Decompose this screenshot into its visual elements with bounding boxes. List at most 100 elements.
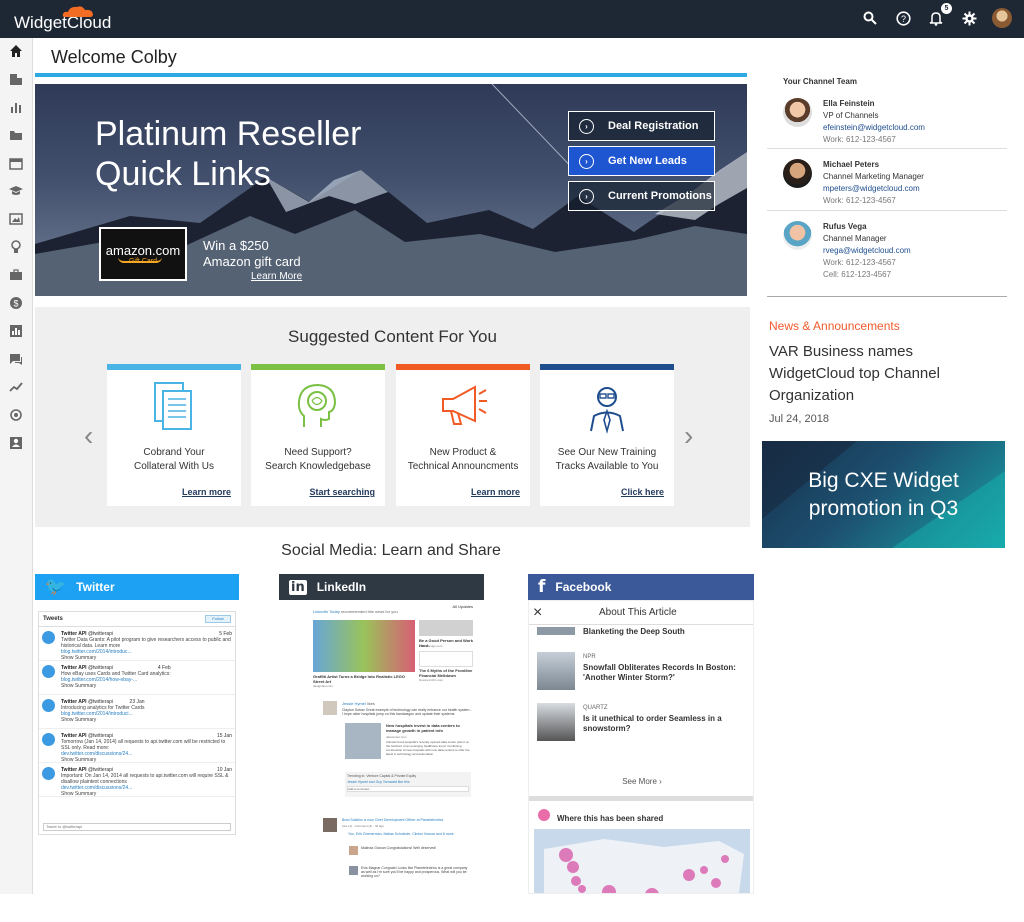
tweet-item[interactable]: Twitter API @twitterapi 10 Jan Important:… <box>39 763 235 797</box>
show-summary-link[interactable]: Show Summary <box>61 717 145 723</box>
promo-banner[interactable]: Big CXE Widget promotion in Q3 <box>762 441 1005 548</box>
get-new-leads-label: Get New Leads <box>608 155 687 167</box>
team-member-email[interactable]: rvega@widgetcloud.com <box>823 246 911 255</box>
buildings-icon[interactable] <box>8 72 24 88</box>
see-more-link[interactable]: See More › <box>529 777 753 786</box>
briefcase-icon[interactable] <box>8 268 24 284</box>
card-description: Cobrand Your Collateral With Us <box>107 446 241 474</box>
content-card-cobrand[interactable]: Cobrand Your Collateral With Us Learn mor… <box>107 364 241 506</box>
search-icon[interactable] <box>860 8 880 28</box>
facebook-article-item[interactable]: QUARTZ Is it unethical to order Seamless … <box>537 703 745 750</box>
card-link[interactable]: Start searching <box>309 487 375 497</box>
team-member-email[interactable]: efeinstein@widgetcloud.com <box>823 123 925 132</box>
facebook-header: f Facebook <box>528 574 754 600</box>
likes-summary[interactable]: Jessie Hymel and Guy Tarnwald like this <box>347 780 469 784</box>
user-avatar[interactable] <box>992 8 1012 28</box>
team-member-card[interactable]: Ella Feinstein VP of Channels efeinstein@w… <box>783 98 1003 158</box>
trend-icon[interactable] <box>8 380 24 396</box>
card-color-bar <box>251 364 385 370</box>
show-summary-link[interactable]: Show Summary <box>61 683 171 689</box>
deal-registration-label: Deal Registration <box>608 120 699 132</box>
left-sidebar: $ <box>0 38 33 894</box>
bell-icon[interactable]: 5 <box>926 3 952 28</box>
cloud-logo-icon <box>62 6 93 17</box>
show-summary-link[interactable]: Show Summary <box>61 757 232 763</box>
lightbulb-icon[interactable] <box>8 240 24 256</box>
tweet-input[interactable]: Tweet to @twitterapi <box>43 823 231 831</box>
calendar-icon[interactable] <box>8 156 24 172</box>
hero-learn-more-link[interactable]: Learn More <box>251 271 302 282</box>
help-icon[interactable]: ? <box>893 8 913 28</box>
tweet-item[interactable]: Twitter API @twitterapi 4 Feb How eBay us… <box>39 661 235 695</box>
close-icon[interactable]: × <box>533 604 549 622</box>
facebook-logo-icon: f <box>538 577 546 597</box>
team-member-role: Channel Marketing Manager <box>823 172 924 181</box>
article-headline[interactable]: Blanketing the Deep South <box>537 627 749 636</box>
hospital-image[interactable] <box>345 723 381 759</box>
facebook-panel-header: × About This Article <box>529 601 753 625</box>
team-member-email[interactable]: mpeters@widgetcloud.com <box>823 184 920 193</box>
folder-icon[interactable] <box>8 128 24 144</box>
deal-registration-button[interactable]: › Deal Registration <box>568 111 715 141</box>
article-thumbnail <box>537 652 575 690</box>
linkedin-logo-icon: in <box>289 579 307 595</box>
content-card-support[interactable]: Need Support? Search Knowledgebase Start … <box>251 364 385 506</box>
target-icon[interactable] <box>8 408 24 424</box>
previous-arrow-icon[interactable]: ‹ <box>84 420 93 452</box>
article-title[interactable]: The 6 Myths of the Frontline Financial M… <box>419 668 473 678</box>
twitter-timeline[interactable]: Tweets Follow Twitter API @twitterapi 5 … <box>38 611 236 835</box>
article-title[interactable]: Graffiti Artist Turns a Bridge Into Real… <box>313 674 415 684</box>
lego-bridge-image[interactable] <box>313 620 415 672</box>
card-color-bar <box>107 364 241 370</box>
home-icon[interactable] <box>8 44 24 60</box>
show-summary-link[interactable]: Show Summary <box>61 655 232 661</box>
article-image[interactable] <box>419 620 473 636</box>
user-avatar <box>349 846 358 855</box>
news-headline[interactable]: VAR Business names WidgetCloud top Chann… <box>769 341 969 407</box>
all-updates-menu[interactable]: All Updates <box>453 604 473 609</box>
tweet-item[interactable]: Twitter API @twitterapi 15 Jan Tomorrow (… <box>39 729 235 763</box>
facebook-article-item[interactable]: NPR Snowfall Obliterates Records In Bosto… <box>537 652 745 699</box>
poster-name[interactable]: Jessie Hymel <box>342 701 366 706</box>
chat-icon[interactable] <box>8 352 24 368</box>
hero-banner: Platinum Reseller Quick Links amazon.com … <box>35 84 747 296</box>
trending-label: Trending in: Venture Capital & Private E… <box>347 774 417 778</box>
bar-chart-icon[interactable] <box>8 100 24 116</box>
card-link[interactable]: Learn more <box>182 487 231 497</box>
tweet-item[interactable]: Twitter API @twitterapi 5 Feb Twitter Dat… <box>39 627 235 661</box>
top-bar: WidgetCloud ? 5 <box>0 0 1024 38</box>
promo-line-2: promotion in Q3 <box>808 497 959 520</box>
follow-button[interactable]: Follow <box>205 615 231 623</box>
facebook-article-panel[interactable]: × About This Article Blanketing the Deep … <box>528 600 754 894</box>
team-member-name: Rufus Vega <box>823 222 867 231</box>
dollar-icon[interactable]: $ <box>8 296 24 312</box>
image-icon[interactable] <box>8 212 24 228</box>
finance-image[interactable] <box>419 651 473 667</box>
amazon-gift-card[interactable]: amazon.com Gift Card <box>99 227 187 281</box>
update-text[interactable]: Brad Solaitos is now Chief Development O… <box>342 818 470 822</box>
megaphone-icon <box>442 385 487 425</box>
content-card-training[interactable]: See Our New Training Tracks Available to … <box>540 364 674 506</box>
report-icon[interactable] <box>8 324 24 340</box>
graduation-cap-icon[interactable] <box>8 184 24 200</box>
comment-input[interactable]: Add a comment... <box>347 786 469 792</box>
team-member-card[interactable]: Rufus Vega Channel Manager rvega@widgetclo… <box>783 221 1003 281</box>
tweet-item[interactable]: Twitter API @twitterapi 23 Jan Introducin… <box>39 695 235 729</box>
news-label: News & Announcements <box>769 319 900 333</box>
next-arrow-icon[interactable]: › <box>684 420 693 452</box>
linkedin-feed[interactable]: All Updates LinkedIn Today recommended t… <box>313 602 475 922</box>
show-summary-link[interactable]: Show Summary <box>61 791 232 797</box>
content-card-product[interactable]: New Product & Technical Announcments Lear… <box>396 364 530 506</box>
story-title[interactable]: New hospitals invest in data centers to … <box>386 723 472 733</box>
reply-line: Evis Magnar Congrats! Looks like Planete… <box>361 866 468 878</box>
shared-map[interactable] <box>534 829 750 894</box>
map-title: Where this has been shared <box>557 814 664 823</box>
current-promotions-button[interactable]: › Current Promotions <box>568 181 715 211</box>
card-link[interactable]: Click here <box>621 487 664 497</box>
get-new-leads-button[interactable]: › Get New Leads <box>568 146 715 176</box>
article-headline: Snowfall Obliterates Records In Boston: … <box>583 663 736 682</box>
gear-icon[interactable] <box>959 8 979 28</box>
contact-card-icon[interactable] <box>8 436 24 452</box>
article-source: finance.bizfm.com <box>419 678 444 682</box>
card-link[interactable]: Learn more <box>471 487 520 497</box>
